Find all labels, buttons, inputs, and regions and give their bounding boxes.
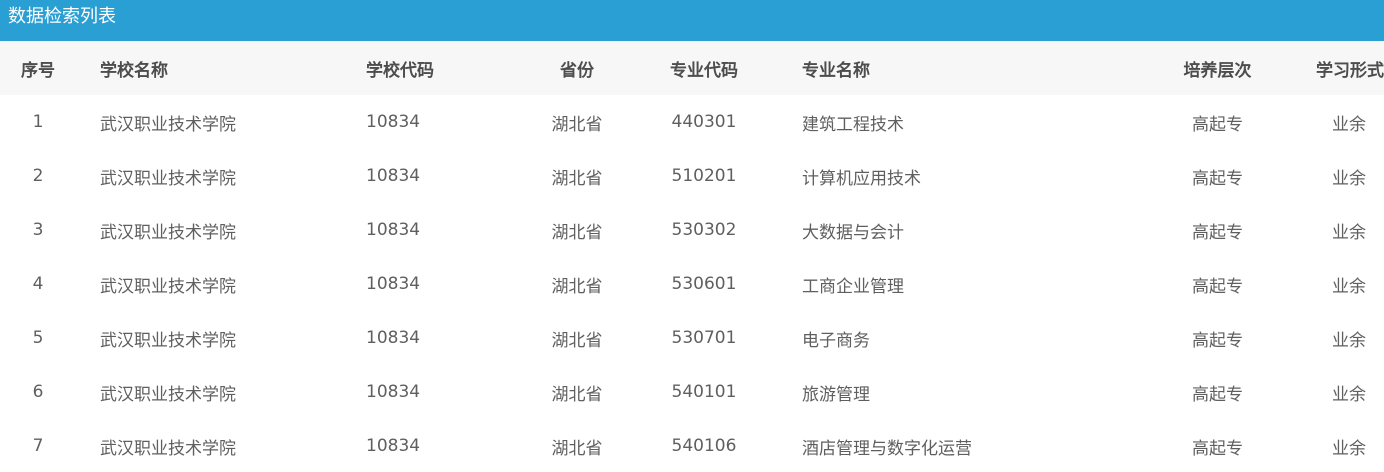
results-table: 序号 学校名称 学校代码 省份 专业代码 专业名称 培养层次 学习形式 1 武汉职… <box>0 41 1384 472</box>
header-province: 省份 <box>560 60 594 81</box>
table-row: 1 武汉职业技术学院 10834 湖北省 440301 建筑工程技术 高起专 业余 <box>0 95 1384 149</box>
cell-major-name: 电子商务 <box>802 330 870 351</box>
cell-school-name: 武汉职业技术学院 <box>100 168 236 189</box>
cell-study-mode: 业余 <box>1332 438 1366 459</box>
header-study-mode: 学习形式 <box>1316 60 1384 81</box>
cell-level: 高起专 <box>1192 384 1243 405</box>
header-major-name: 专业名称 <box>802 60 870 81</box>
cell-school-code: 10834 <box>366 382 421 402</box>
cell-province: 湖北省 <box>551 276 603 297</box>
cell-index: 1 <box>32 112 44 132</box>
table-row: 5 武汉职业技术学院 10834 湖北省 530701 电子商务 高起专 业余 <box>0 311 1384 365</box>
cell-major-code: 530302 <box>671 220 737 240</box>
cell-school-code: 10834 <box>366 436 421 456</box>
table-row: 3 武汉职业技术学院 10834 湖北省 530302 大数据与会计 高起专 业余 <box>0 203 1384 257</box>
table-row: 6 武汉职业技术学院 10834 湖北省 540101 旅游管理 高起专 业余 <box>0 365 1384 419</box>
table-row: 2 武汉职业技术学院 10834 湖北省 510201 计算机应用技术 高起专 业余 <box>0 149 1384 203</box>
cell-province: 湖北省 <box>551 330 603 351</box>
cell-study-mode: 业余 <box>1332 114 1366 135</box>
cell-school-code: 10834 <box>366 112 421 132</box>
cell-major-code: 440301 <box>671 112 737 132</box>
table-row: 7 武汉职业技术学院 10834 湖北省 540106 酒店管理与数字化运营 高起专 业余 <box>0 419 1384 472</box>
cell-major-name: 计算机应用技术 <box>802 168 921 189</box>
cell-province: 湖北省 <box>551 114 603 135</box>
cell-school-name: 武汉职业技术学院 <box>100 438 236 459</box>
cell-index: 4 <box>32 274 44 294</box>
header-major-code: 专业代码 <box>670 60 738 81</box>
cell-major-name: 建筑工程技术 <box>802 114 904 135</box>
cell-school-code: 10834 <box>366 220 421 240</box>
cell-school-name: 武汉职业技术学院 <box>100 276 236 297</box>
cell-index: 6 <box>32 382 44 402</box>
cell-province: 湖北省 <box>551 222 603 243</box>
cell-level: 高起专 <box>1192 168 1243 189</box>
panel-title: 数据检索列表 <box>0 0 1384 41</box>
cell-index: 7 <box>32 436 44 456</box>
cell-school-name: 武汉职业技术学院 <box>100 222 236 243</box>
cell-school-code: 10834 <box>366 328 421 348</box>
cell-major-code: 510201 <box>671 166 737 186</box>
cell-school-name: 武汉职业技术学院 <box>100 384 236 405</box>
cell-index: 5 <box>32 328 44 348</box>
cell-major-code: 540106 <box>671 436 737 456</box>
header-index: 序号 <box>21 60 55 81</box>
cell-level: 高起专 <box>1192 330 1243 351</box>
cell-major-code: 530701 <box>671 328 737 348</box>
cell-province: 湖北省 <box>551 168 603 189</box>
cell-index: 2 <box>32 166 44 186</box>
cell-major-name: 旅游管理 <box>802 384 870 405</box>
header-school-name: 学校名称 <box>100 60 168 81</box>
header-level: 培养层次 <box>1183 60 1252 81</box>
cell-study-mode: 业余 <box>1332 330 1366 351</box>
cell-school-code: 10834 <box>366 166 421 186</box>
cell-level: 高起专 <box>1192 276 1243 297</box>
cell-index: 3 <box>32 220 44 240</box>
cell-province: 湖北省 <box>551 384 603 405</box>
cell-major-code: 530601 <box>671 274 737 294</box>
cell-school-name: 武汉职业技术学院 <box>100 114 236 135</box>
cell-province: 湖北省 <box>551 438 603 459</box>
table-body: 1 武汉职业技术学院 10834 湖北省 440301 建筑工程技术 高起专 业余 2 武汉职业技… <box>0 95 1384 472</box>
cell-major-name: 酒店管理与数字化运营 <box>802 438 972 459</box>
cell-major-name: 大数据与会计 <box>802 222 904 243</box>
header-school-code: 学校代码 <box>366 60 434 81</box>
cell-level: 高起专 <box>1192 438 1243 459</box>
cell-level: 高起专 <box>1192 114 1243 135</box>
table-row: 4 武汉职业技术学院 10834 湖北省 530601 工商企业管理 高起专 业余 <box>0 257 1384 311</box>
cell-school-name: 武汉职业技术学院 <box>100 330 236 351</box>
cell-level: 高起专 <box>1192 222 1243 243</box>
cell-study-mode: 业余 <box>1332 384 1366 405</box>
cell-major-code: 540101 <box>671 382 737 402</box>
cell-major-name: 工商企业管理 <box>802 276 904 297</box>
table-header-row: 序号 学校名称 学校代码 省份 专业代码 专业名称 培养层次 学习形式 <box>0 41 1384 95</box>
cell-study-mode: 业余 <box>1332 168 1366 189</box>
cell-study-mode: 业余 <box>1332 276 1366 297</box>
data-search-panel: 数据检索列表 序号 学校名称 学校代码 省份 专业代码 专业名称 培养层次 学习… <box>0 0 1384 472</box>
cell-study-mode: 业余 <box>1332 222 1366 243</box>
cell-school-code: 10834 <box>366 274 421 294</box>
